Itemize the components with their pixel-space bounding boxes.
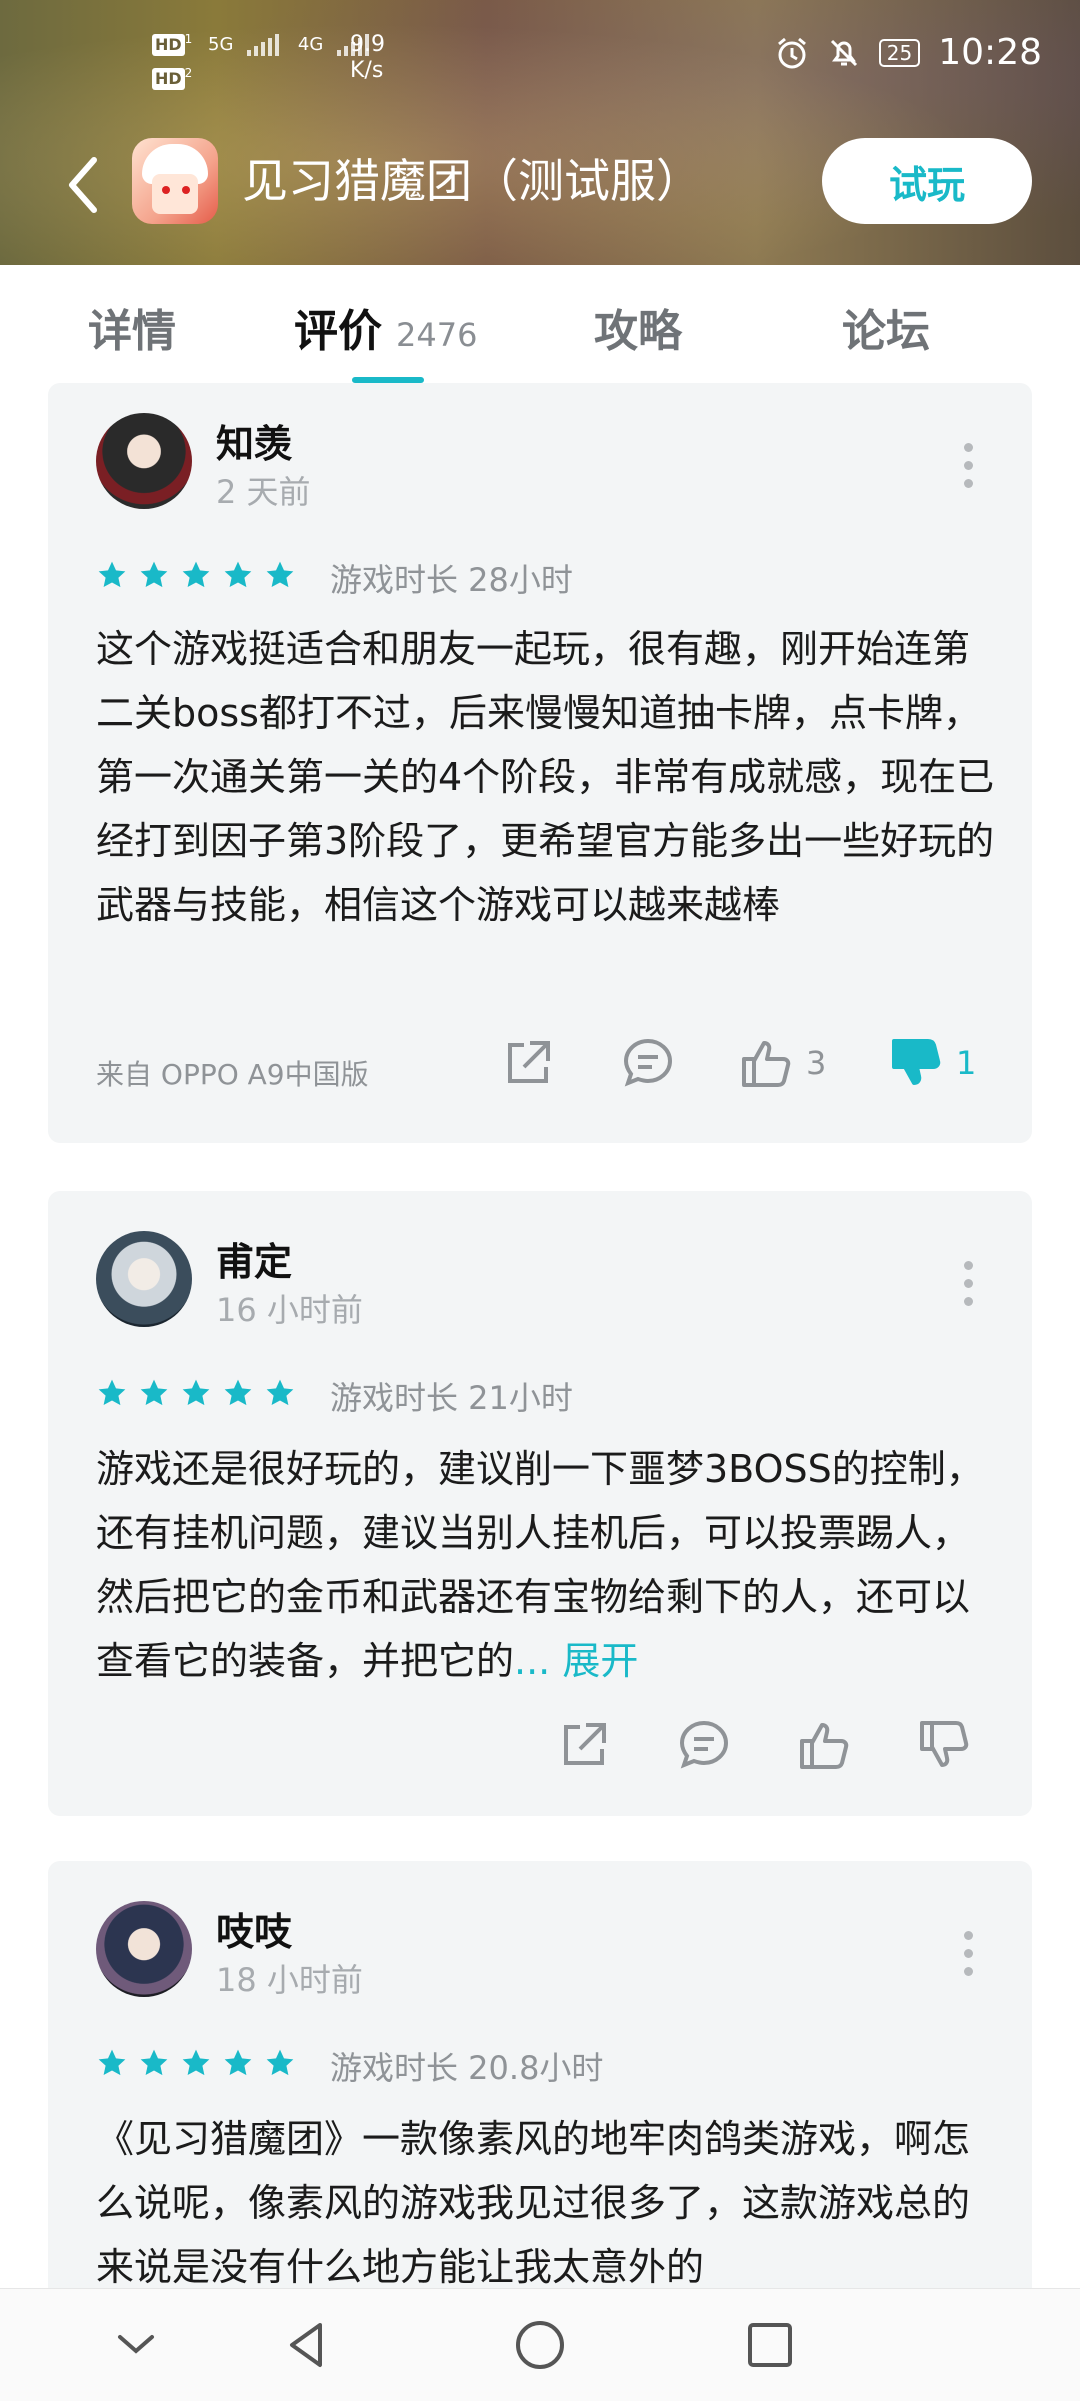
star-icon xyxy=(140,561,168,588)
star-icon xyxy=(182,2049,210,2076)
tab-reviews[interactable]: 评价 2476 xyxy=(294,295,477,359)
play-time: 游戏时长 21小时 xyxy=(330,1379,573,1417)
star-icon xyxy=(224,2049,252,2076)
star-icon xyxy=(182,561,210,588)
avatar[interactable] xyxy=(96,413,192,509)
comment-icon xyxy=(623,1038,673,1087)
like-button[interactable]: 3 xyxy=(738,1035,826,1091)
star-icon xyxy=(98,561,126,588)
star-icon xyxy=(140,1379,168,1406)
comment-button[interactable] xyxy=(676,1717,732,1773)
star-icon xyxy=(182,1379,210,1406)
star-rating xyxy=(96,1377,296,1409)
reviews-feed[interactable]: 知羡 2 天前 游戏时长 28小时 这个游戏挺适合和朋友一起玩，很有趣，刚开始连… xyxy=(0,383,1080,2288)
tab-details-label: 详情 xyxy=(88,306,176,357)
network-type-2: 4G xyxy=(297,34,324,55)
star-icon xyxy=(98,1379,126,1406)
review-time: 16 小时前 xyxy=(216,1291,363,1329)
speed-value: 9.9 xyxy=(350,32,385,57)
share-button[interactable] xyxy=(500,1035,556,1091)
tab-details[interactable]: 详情 xyxy=(88,295,176,359)
battery-indicator: 25 xyxy=(878,38,921,67)
review-time: 2 天前 xyxy=(216,473,311,511)
hd-badge-1: HD xyxy=(152,34,185,56)
tab-reviews-label: 评价 xyxy=(294,306,382,357)
avatar[interactable] xyxy=(96,1901,192,1997)
thumbs-down-icon xyxy=(920,1721,969,1767)
comment-button[interactable] xyxy=(620,1035,676,1091)
reviewer-name[interactable]: 知羡 xyxy=(216,413,292,468)
share-icon xyxy=(564,1723,606,1765)
hd-badge-2: HD xyxy=(152,68,185,90)
clock: 10:28 xyxy=(938,32,1042,73)
play-time: 游戏时长 28小时 xyxy=(330,561,573,599)
alarm-icon xyxy=(777,37,806,68)
back-triangle-icon[interactable] xyxy=(280,2317,336,2373)
review-card: 甫定 16 小时前 游戏时长 21小时 游戏还是很好玩的，建议削一下噩梦3BOS… xyxy=(48,1191,1032,1816)
more-options-icon[interactable] xyxy=(964,1931,974,1985)
dislike-button[interactable]: 1 xyxy=(888,1035,976,1091)
more-options-icon[interactable] xyxy=(964,443,974,497)
thumbs-up-icon xyxy=(800,1723,849,1769)
speed-unit: K/s xyxy=(350,58,384,83)
try-play-button[interactable]: 试玩 xyxy=(822,138,1032,224)
star-rating xyxy=(96,2047,296,2079)
home-circle-icon[interactable] xyxy=(512,2317,568,2373)
app-header: 见习猎魔团（测试服） 试玩 xyxy=(0,120,1080,265)
like-button[interactable] xyxy=(796,1717,852,1773)
star-icon xyxy=(224,561,252,588)
chevron-down-icon[interactable] xyxy=(108,2317,164,2373)
star-icon xyxy=(98,2049,126,2076)
review-count: 2476 xyxy=(396,316,478,354)
star-icon xyxy=(266,1379,294,1406)
star-icon xyxy=(266,561,294,588)
device-label: 来自 OPPO A9中国版 xyxy=(96,1058,369,1091)
mute-bell-icon xyxy=(830,39,857,66)
reviewer-name[interactable]: 甫定 xyxy=(216,1231,292,1286)
status-right: 25 10:28 xyxy=(775,32,1042,73)
review-card: 吱吱 18 小时前 游戏时长 20.8小时 《见习猎魔团》一款像素风的地牢肉鸽类… xyxy=(48,1861,1032,2288)
back-arrow-icon[interactable] xyxy=(64,150,104,220)
network-type-1: 5G xyxy=(208,34,234,55)
status-bar: HD 1 5G 4G HD 2 9.9 K/s 25 10:28 xyxy=(0,0,1080,120)
tab-guides[interactable]: 攻略 xyxy=(594,295,682,359)
review-text[interactable]: 游戏还是很好玩的，建议削一下噩梦3BOSS的控制，还有挂机问题，建议当别人挂机后… xyxy=(96,1437,996,1693)
tab-bar: 详情 评价 2476 攻略 论坛 xyxy=(0,265,1080,383)
review-text[interactable]: 《见习猎魔团》一款像素风的地牢肉鸽类游戏，啊怎么说呢，像素风的游戏我见过很多了，… xyxy=(96,2107,996,2288)
review-card: 知羡 2 天前 游戏时长 28小时 这个游戏挺适合和朋友一起玩，很有趣，刚开始连… xyxy=(48,383,1032,1143)
network-indicators: HD 1 5G 4G HD 2 xyxy=(152,28,372,90)
reviewer-name[interactable]: 吱吱 xyxy=(216,1901,292,1956)
review-time: 18 小时前 xyxy=(216,1961,363,1999)
recents-square-icon[interactable] xyxy=(742,2317,798,2373)
tab-guides-label: 攻略 xyxy=(594,306,682,357)
play-time: 游戏时长 20.8小时 xyxy=(330,2049,604,2087)
star-icon xyxy=(266,2049,294,2076)
comment-icon xyxy=(679,1720,729,1769)
app-icon xyxy=(132,138,218,224)
dislike-button[interactable] xyxy=(916,1717,972,1773)
tab-forum-label: 论坛 xyxy=(842,306,930,357)
star-icon xyxy=(224,1379,252,1406)
avatar[interactable] xyxy=(96,1231,192,1327)
app-title: 见习猎魔团（测试服） xyxy=(242,154,702,208)
system-nav-bar xyxy=(0,2288,1080,2401)
network-speed: 9.9 K/s xyxy=(350,32,385,84)
thumbs-up-icon xyxy=(742,1041,791,1087)
star-icon xyxy=(140,2049,168,2076)
share-icon xyxy=(508,1041,550,1083)
signal-icon-1 xyxy=(247,34,282,56)
thumbs-down-icon xyxy=(892,1039,941,1085)
star-rating xyxy=(96,559,296,591)
more-options-icon[interactable] xyxy=(964,1261,974,1315)
tab-forum[interactable]: 论坛 xyxy=(842,295,930,359)
share-button[interactable] xyxy=(556,1717,612,1773)
like-count: 3 xyxy=(806,1044,827,1082)
review-text[interactable]: 这个游戏挺适合和朋友一起玩，很有趣，刚开始连第二关boss都打不过，后来慢慢知道… xyxy=(96,617,996,937)
expand-link[interactable]: ... 展开 xyxy=(514,1639,638,1683)
dislike-count: 1 xyxy=(956,1044,977,1082)
